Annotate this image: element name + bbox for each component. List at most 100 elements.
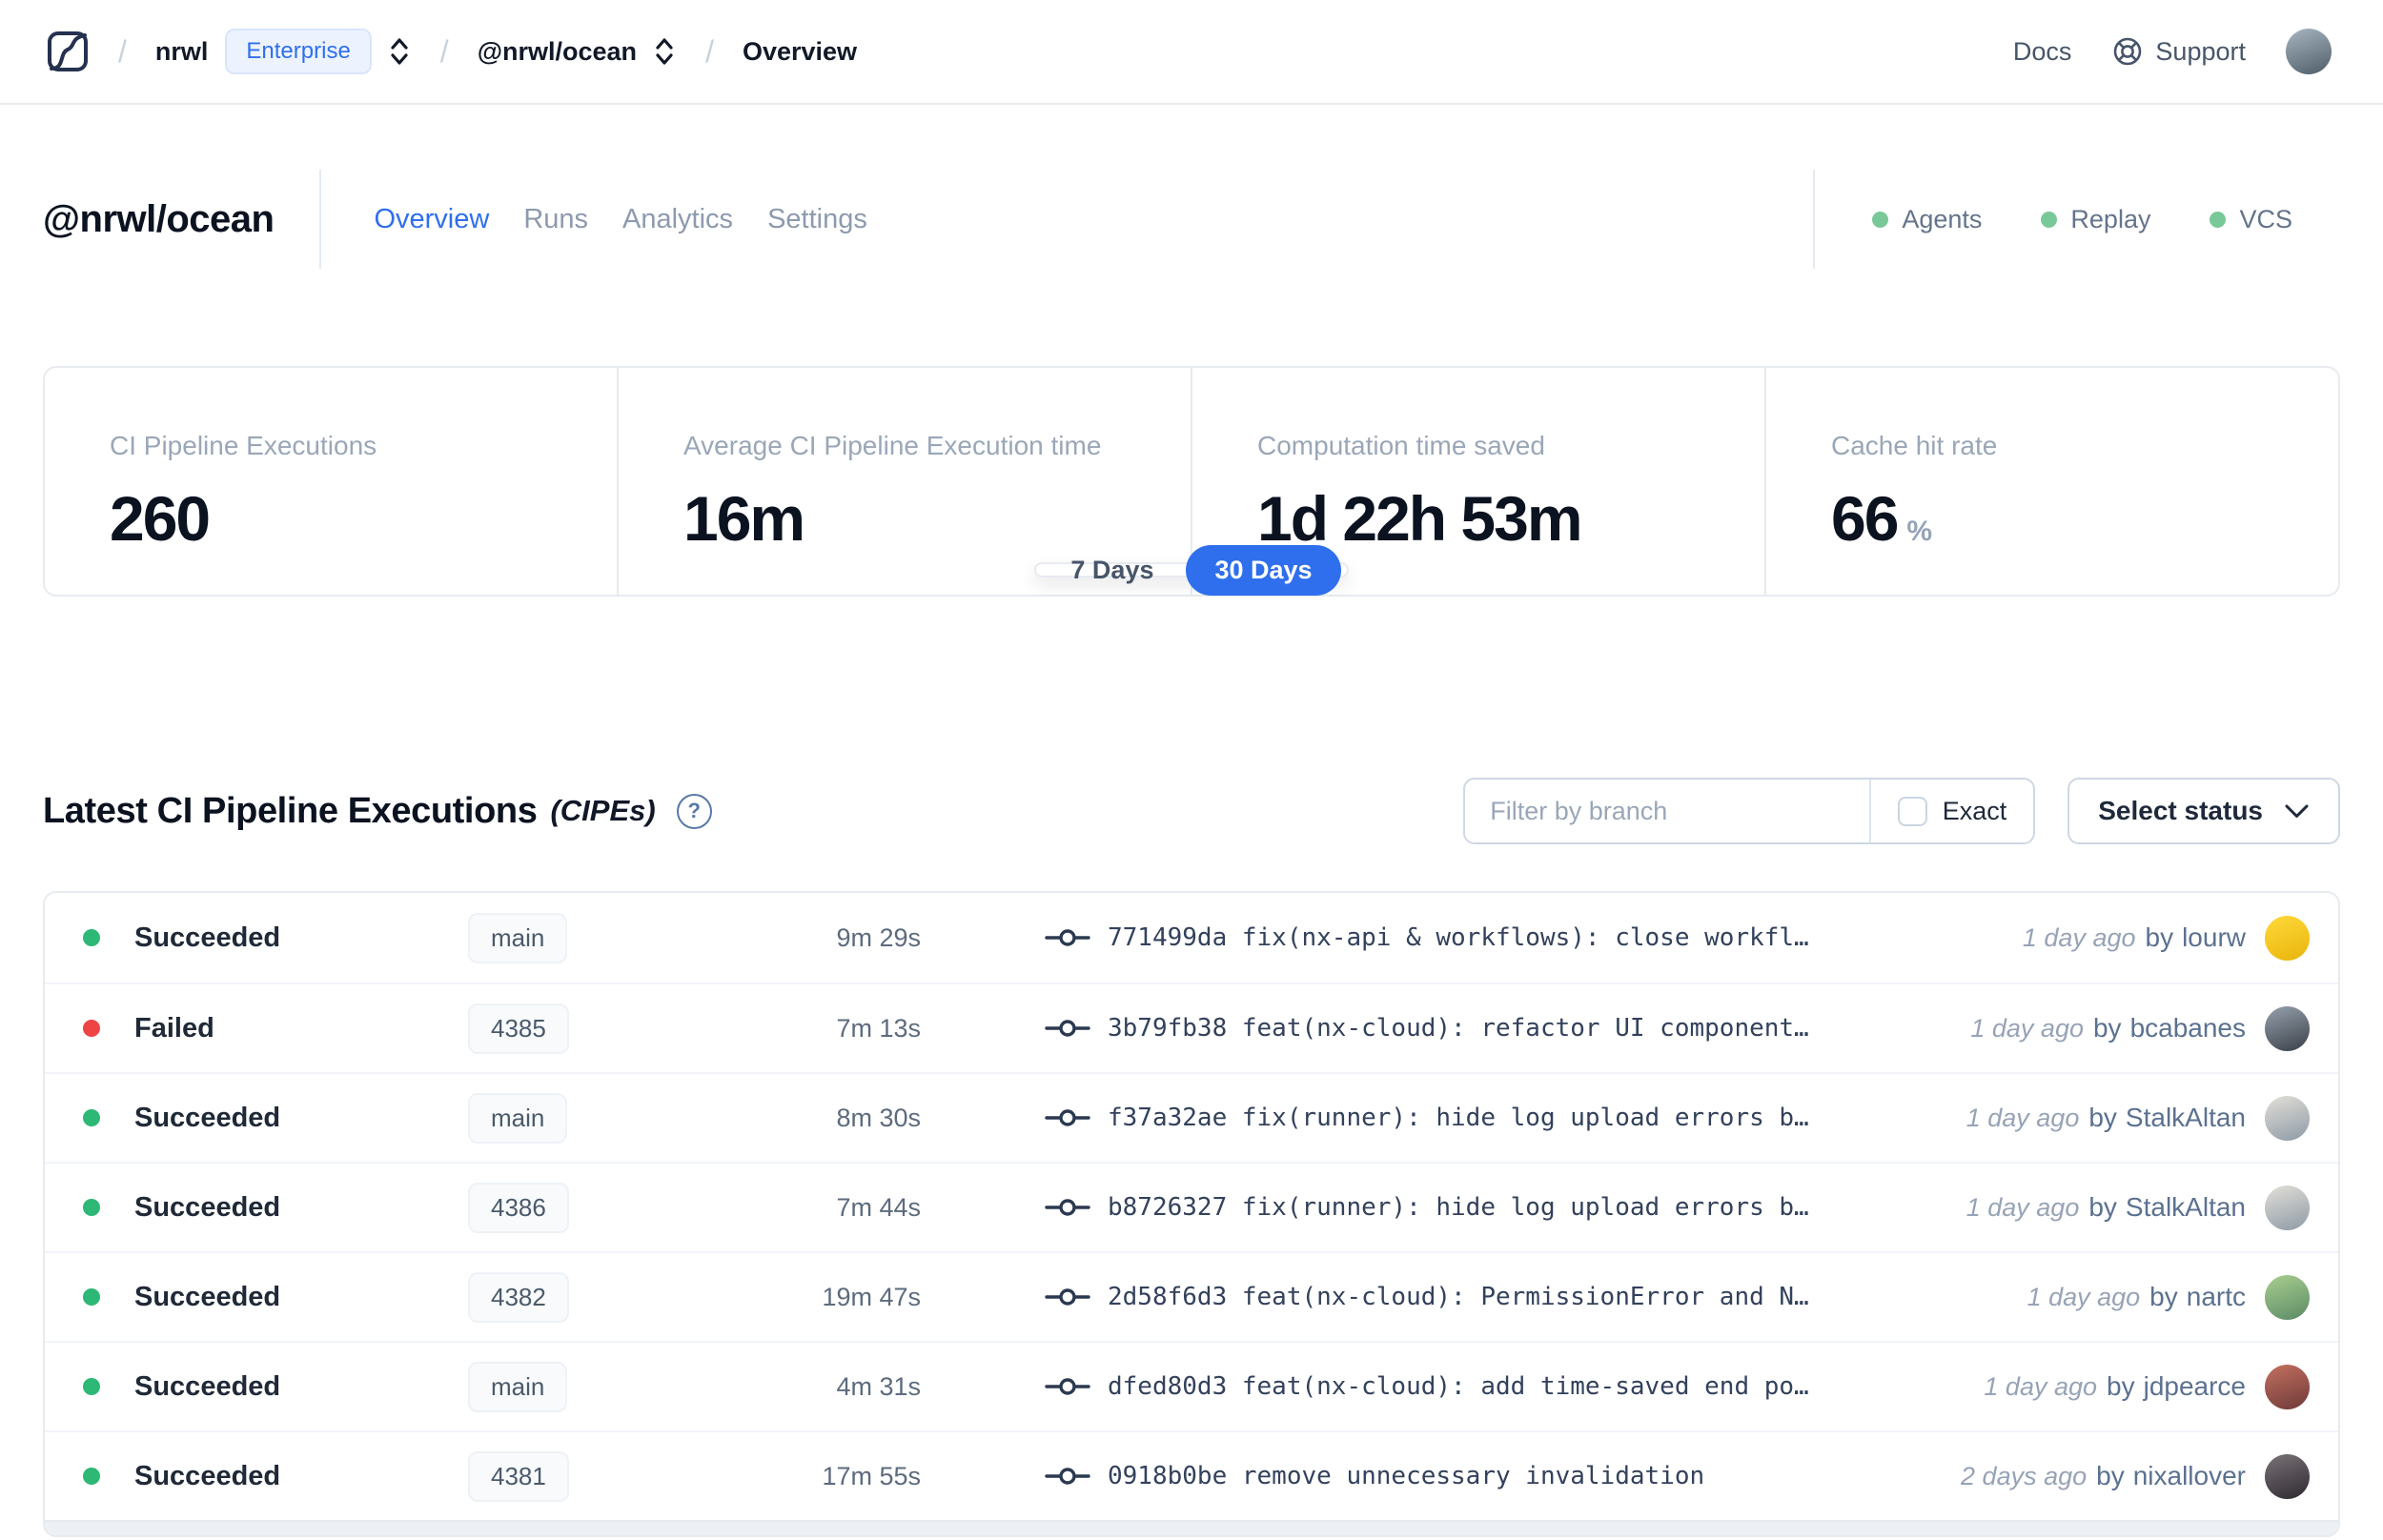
commit-link[interactable]: 2d58f6d3 feat(nx-cloud): PermissionError… bbox=[1045, 1283, 1809, 1311]
breadcrumb-workspace[interactable]: @nrwl/ocean bbox=[478, 37, 637, 67]
by-label: by bbox=[2096, 1461, 2125, 1490]
tab-runs[interactable]: Runs bbox=[523, 204, 588, 235]
status-dot bbox=[83, 1378, 100, 1395]
tab-settings[interactable]: Settings bbox=[767, 204, 867, 235]
top-navigation-bar: / nrwl Enterprise / @nrwl/ocean / Overvi… bbox=[0, 0, 2383, 105]
breadcrumb: / nrwl Enterprise / @nrwl/ocean / Overvi… bbox=[46, 29, 857, 74]
table-row[interactable]: Succeeded 4381 17m 55s 0918b0be remove u… bbox=[45, 1430, 2338, 1520]
table-row[interactable]: Failed 4385 7m 13s 3b79fb38 feat(nx-clou… bbox=[45, 983, 2338, 1072]
range-30-days-button[interactable]: 30 Days bbox=[1186, 544, 1341, 596]
duration: 8m 30s bbox=[836, 1103, 921, 1132]
cipe-section-header: Latest CI Pipeline Executions (CIPEs) ? … bbox=[43, 777, 2340, 845]
status-label: Succeeded bbox=[134, 1370, 281, 1402]
status-dot bbox=[83, 1020, 100, 1037]
commit-link[interactable]: 3b79fb38 feat(nx-cloud): refactor UI com… bbox=[1045, 1014, 1809, 1043]
time-ago: 2 days ago bbox=[1961, 1461, 2088, 1490]
commit-message: 2d58f6d3 feat(nx-cloud): PermissionError… bbox=[1108, 1283, 1809, 1311]
breadcrumb-separator: / bbox=[705, 33, 714, 69]
help-icon[interactable]: ? bbox=[676, 793, 712, 829]
exact-filter: Exact bbox=[1868, 780, 2034, 842]
workspace-title: @nrwl/ocean bbox=[43, 197, 275, 240]
branch-filter-group: Exact bbox=[1463, 778, 2036, 844]
duration: 7m 44s bbox=[836, 1192, 921, 1222]
branch-badge[interactable]: 4382 bbox=[468, 1271, 569, 1323]
status-label: Succeeded bbox=[134, 1281, 281, 1312]
commit-link[interactable]: f37a32ae fix(runner): hide log upload er… bbox=[1045, 1104, 1809, 1132]
org-switcher-button[interactable] bbox=[387, 34, 412, 69]
date-range-toggle: 7 Days 30 Days bbox=[1034, 544, 1349, 596]
branch-badge[interactable]: 4385 bbox=[468, 1003, 569, 1054]
stat-value: 16m bbox=[683, 483, 805, 554]
range-7-days-button[interactable]: 7 Days bbox=[1042, 545, 1182, 596]
stat-label: CI Pipeline Executions bbox=[110, 431, 377, 460]
select-status-dropdown[interactable]: Select status bbox=[2067, 778, 2340, 844]
tab-analytics[interactable]: Analytics bbox=[622, 204, 733, 235]
breadcrumb-separator: / bbox=[118, 33, 127, 69]
service-agents[interactable]: Agents bbox=[1872, 205, 1982, 234]
status-dot bbox=[83, 929, 100, 946]
table-row[interactable]: Succeeded 4386 7m 44s b8726327 fix(runne… bbox=[45, 1162, 2338, 1251]
status-dot bbox=[83, 1288, 100, 1306]
branch-badge[interactable]: main bbox=[468, 912, 568, 963]
duration: 19m 47s bbox=[822, 1282, 921, 1311]
commit-link[interactable]: 771499da fix(nx-api & workflows): close … bbox=[1045, 923, 1809, 952]
status-dot-green bbox=[2041, 211, 2058, 228]
commit-link[interactable]: b8726327 fix(runner): hide log upload er… bbox=[1045, 1193, 1809, 1222]
by-label: by bbox=[2149, 1282, 2178, 1311]
exact-label: Exact bbox=[1942, 796, 2007, 825]
branch-badge[interactable]: main bbox=[468, 1092, 568, 1144]
status-dot bbox=[83, 1468, 100, 1485]
author-avatar bbox=[2265, 1095, 2310, 1141]
status-dot bbox=[83, 1199, 100, 1216]
stat-label: Computation time saved bbox=[1257, 431, 1545, 460]
time-ago: 1 day ago bbox=[2027, 1282, 2141, 1311]
branch-badge[interactable]: main bbox=[468, 1361, 568, 1412]
author: StalkAltan bbox=[2125, 1192, 2246, 1222]
author: lourw bbox=[2182, 922, 2246, 952]
duration: 17m 55s bbox=[822, 1461, 921, 1490]
author: StalkAltan bbox=[2125, 1103, 2246, 1132]
workspace-tabs: Overview Runs Analytics Settings bbox=[374, 204, 866, 235]
user-avatar[interactable] bbox=[2286, 29, 2332, 74]
status-label: Succeeded bbox=[134, 1102, 281, 1133]
select-status-label: Select status bbox=[2098, 796, 2263, 825]
enterprise-badge: Enterprise bbox=[225, 29, 372, 74]
table-row[interactable]: Succeeded main 4m 31s dfed80d3 feat(nx-c… bbox=[45, 1341, 2338, 1430]
table-row[interactable]: Succeeded main 8m 30s f37a32ae fix(runne… bbox=[45, 1072, 2338, 1162]
status-dot bbox=[83, 1109, 100, 1126]
commit-link[interactable]: dfed80d3 feat(nx-cloud): add time-saved … bbox=[1045, 1372, 1809, 1401]
author-avatar bbox=[2265, 1364, 2310, 1409]
status-label: Succeeded bbox=[134, 922, 281, 953]
branch-badge[interactable]: 4386 bbox=[468, 1182, 569, 1233]
nx-cloud-logo[interactable] bbox=[46, 30, 90, 73]
support-label: Support bbox=[2155, 36, 2246, 66]
commit-message: b8726327 fix(runner): hide log upload er… bbox=[1108, 1193, 1809, 1222]
breadcrumb-org[interactable]: nrwl bbox=[155, 37, 209, 67]
time-ago: 1 day ago bbox=[1965, 1192, 2080, 1222]
support-link[interactable]: Support bbox=[2111, 35, 2246, 68]
git-commit-icon bbox=[1045, 1020, 1090, 1037]
docs-link[interactable]: Docs bbox=[2013, 37, 2072, 67]
table-row[interactable]: Succeeded 4382 19m 47s 2d58f6d3 feat(nx-… bbox=[45, 1251, 2338, 1341]
tab-overview[interactable]: Overview bbox=[374, 204, 489, 235]
service-vcs[interactable]: VCS bbox=[2210, 205, 2292, 234]
service-vcs-label: VCS bbox=[2239, 204, 2292, 233]
table-row[interactable]: Succeeded main 9m 29s 771499da fix(nx-ap… bbox=[45, 893, 2338, 983]
service-replay[interactable]: Replay bbox=[2041, 205, 2150, 234]
next-row-partial bbox=[45, 1520, 2338, 1535]
exact-checkbox[interactable] bbox=[1897, 796, 1927, 826]
commit-link[interactable]: 0918b0be remove unnecessary invalidation bbox=[1045, 1462, 1704, 1490]
by-label: by bbox=[2107, 1371, 2135, 1401]
branch-filter-input[interactable] bbox=[1465, 780, 1869, 842]
workspace-switcher-button[interactable] bbox=[652, 34, 677, 69]
duration: 7m 13s bbox=[836, 1013, 921, 1043]
git-commit-icon bbox=[1045, 929, 1090, 946]
lifebuoy-icon bbox=[2114, 37, 2142, 66]
branch-badge[interactable]: 4381 bbox=[468, 1450, 569, 1502]
git-commit-icon bbox=[1045, 1199, 1090, 1216]
workspace-header: @nrwl/ocean Overview Runs Analytics Sett… bbox=[0, 166, 2383, 273]
breadcrumb-page: Overview bbox=[742, 36, 858, 66]
author: nartc bbox=[2186, 1282, 2246, 1311]
section-subtitle: (CIPEs) bbox=[550, 794, 656, 827]
service-replay-label: Replay bbox=[2070, 204, 2151, 233]
